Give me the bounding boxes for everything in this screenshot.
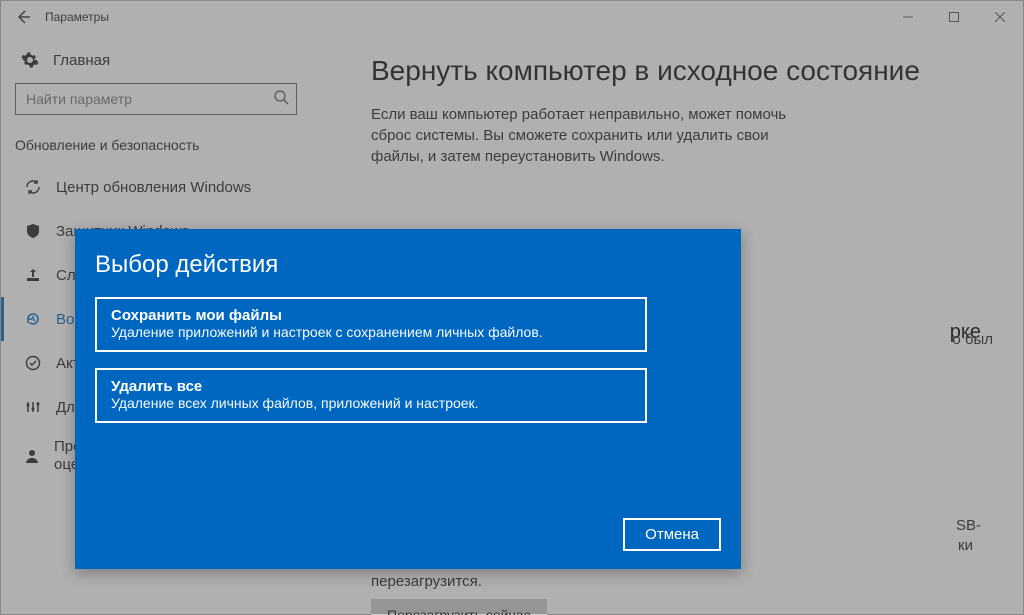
option-keep-files[interactable]: Сохранить мои файлы Удаление приложений …: [95, 297, 647, 352]
option-remove-all[interactable]: Удалить все Удаление всех личных файлов,…: [95, 368, 647, 423]
modal-title: Выбор действия: [95, 251, 721, 279]
reset-modal: Выбор действия Сохранить мои файлы Удале…: [75, 229, 741, 569]
cancel-button[interactable]: Отмена: [623, 518, 721, 551]
option-desc: Удаление всех личных файлов, приложений …: [111, 395, 631, 411]
option-title: Удалить все: [111, 378, 631, 395]
option-desc: Удаление приложений и настроек с сохране…: [111, 324, 631, 340]
settings-window: Параметры Главная: [0, 0, 1024, 615]
option-title: Сохранить мои файлы: [111, 307, 631, 324]
